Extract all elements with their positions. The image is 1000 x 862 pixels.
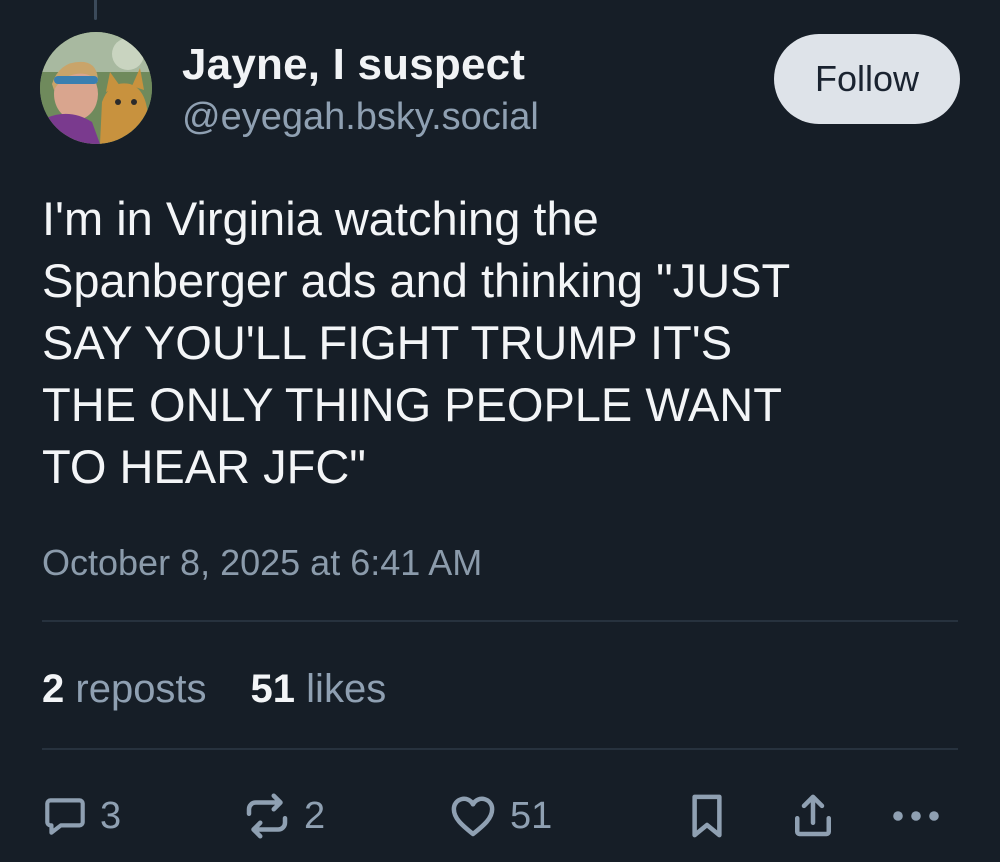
author-names: Jayne, I suspect @eyegah.bsky.social (182, 38, 539, 142)
post-page: Jayne, I suspect @eyegah.bsky.social Fol… (0, 0, 1000, 862)
thread-line (94, 0, 97, 20)
share-icon (795, 794, 831, 837)
follow-button[interactable]: Follow (774, 34, 960, 124)
repost-count: 2 (304, 794, 326, 837)
repost-button[interactable]: 2 (240, 786, 325, 846)
divider (42, 620, 958, 622)
more-options-button[interactable] (886, 786, 946, 846)
likes-label: likes (306, 667, 387, 711)
bookmark-icon (692, 794, 722, 838)
post-timestamp: October 8, 2025 at 6:41 AM (42, 542, 483, 583)
handle[interactable]: @eyegah.bsky.social (182, 92, 539, 142)
action-bar: 3 2 51 (40, 786, 960, 846)
bookmark-button[interactable] (680, 786, 734, 846)
reply-count: 3 (100, 794, 122, 837)
avatar-image (40, 32, 152, 144)
post-text: I'm in Virginia watching the Spanberger … (42, 192, 791, 493)
avatar[interactable] (40, 32, 152, 144)
like-button[interactable]: 51 (446, 786, 552, 846)
reposts-count: 2 (42, 667, 65, 711)
reply-button[interactable]: 3 (40, 786, 121, 846)
more-icon (893, 811, 939, 821)
post-header: Jayne, I suspect @eyegah.bsky.social Fol… (40, 32, 960, 144)
reply-icon (45, 798, 85, 835)
engagement-stats: 2 reposts 51 likes (42, 664, 386, 714)
reposts-label: reposts (75, 667, 207, 711)
reposts-stat[interactable]: 2 reposts (42, 664, 207, 714)
likes-stat[interactable]: 51 likes (251, 664, 387, 714)
likes-count: 51 (250, 667, 296, 711)
like-count: 51 (510, 794, 553, 837)
repost-icon (246, 793, 288, 839)
share-button[interactable] (786, 786, 840, 846)
display-name[interactable]: Jayne, I suspect (182, 38, 539, 92)
divider (42, 748, 958, 750)
heart-icon (451, 796, 495, 837)
